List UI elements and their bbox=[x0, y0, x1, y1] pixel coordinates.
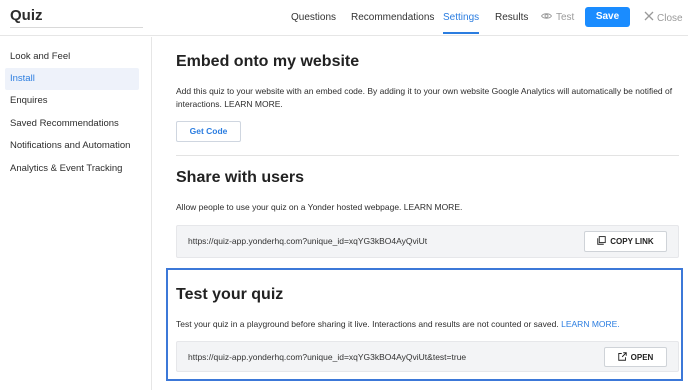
sidebar-item-saved-recommendations[interactable]: Saved Recommendations bbox=[5, 113, 139, 135]
copy-link-button[interactable]: COPY LINK bbox=[584, 231, 667, 252]
test-label: Test bbox=[556, 12, 575, 23]
share-title: Share with users bbox=[176, 169, 305, 186]
open-label: OPEN bbox=[630, 352, 654, 362]
open-button[interactable]: OPEN bbox=[604, 347, 667, 367]
settings-sidebar: Look and Feel Install Enquires Saved Rec… bbox=[0, 37, 152, 390]
sidebar-item-look-and-feel[interactable]: Look and Feel bbox=[5, 46, 139, 68]
test-url[interactable]: https://quiz-app.yonderhq.com?unique_id=… bbox=[188, 352, 466, 362]
top-bar: Quiz Questions Recommendations Settings … bbox=[0, 0, 688, 36]
sidebar-item-notifications[interactable]: Notifications and Automation bbox=[5, 135, 139, 157]
learn-more-link[interactable]: LEARN MORE. bbox=[561, 319, 620, 329]
share-description: Allow people to use your quiz on a Yonde… bbox=[176, 202, 463, 212]
test-description: Test your quiz in a playground before sh… bbox=[176, 318, 676, 331]
close-label: Close bbox=[657, 12, 683, 24]
close-button[interactable]: Close bbox=[644, 11, 683, 26]
sidebar-item-enquires[interactable]: Enquires bbox=[5, 90, 139, 112]
test-title: Test your quiz bbox=[176, 286, 284, 303]
tab-questions[interactable]: Questions bbox=[291, 12, 336, 34]
share-url[interactable]: https://quiz-app.yonderhq.com?unique_id=… bbox=[188, 236, 427, 246]
save-button[interactable]: Save bbox=[585, 7, 630, 27]
section-divider bbox=[176, 155, 679, 156]
embed-title: Embed onto my website bbox=[176, 53, 360, 70]
tab-settings[interactable]: Settings bbox=[443, 12, 480, 34]
copy-icon bbox=[597, 236, 606, 247]
test-button[interactable]: Test bbox=[540, 12, 575, 24]
tab-results[interactable]: Results bbox=[495, 12, 528, 34]
external-link-icon bbox=[617, 351, 627, 363]
test-description-text: Test your quiz in a playground before sh… bbox=[176, 319, 559, 329]
eye-icon bbox=[540, 12, 553, 24]
embed-description: Add this quiz to your website with an em… bbox=[176, 86, 673, 109]
sidebar-item-install[interactable]: Install bbox=[5, 68, 139, 90]
quiz-title[interactable]: Quiz bbox=[10, 6, 143, 28]
get-code-button[interactable]: Get Code bbox=[176, 121, 241, 142]
share-url-box: https://quiz-app.yonderhq.com?unique_id=… bbox=[176, 225, 679, 258]
test-url-box: https://quiz-app.yonderhq.com?unique_id=… bbox=[176, 341, 679, 372]
tab-recommendations[interactable]: Recommendations bbox=[351, 12, 434, 34]
copy-link-label: COPY LINK bbox=[610, 237, 654, 246]
sidebar-item-analytics[interactable]: Analytics & Event Tracking bbox=[5, 158, 139, 180]
close-icon bbox=[644, 11, 654, 26]
